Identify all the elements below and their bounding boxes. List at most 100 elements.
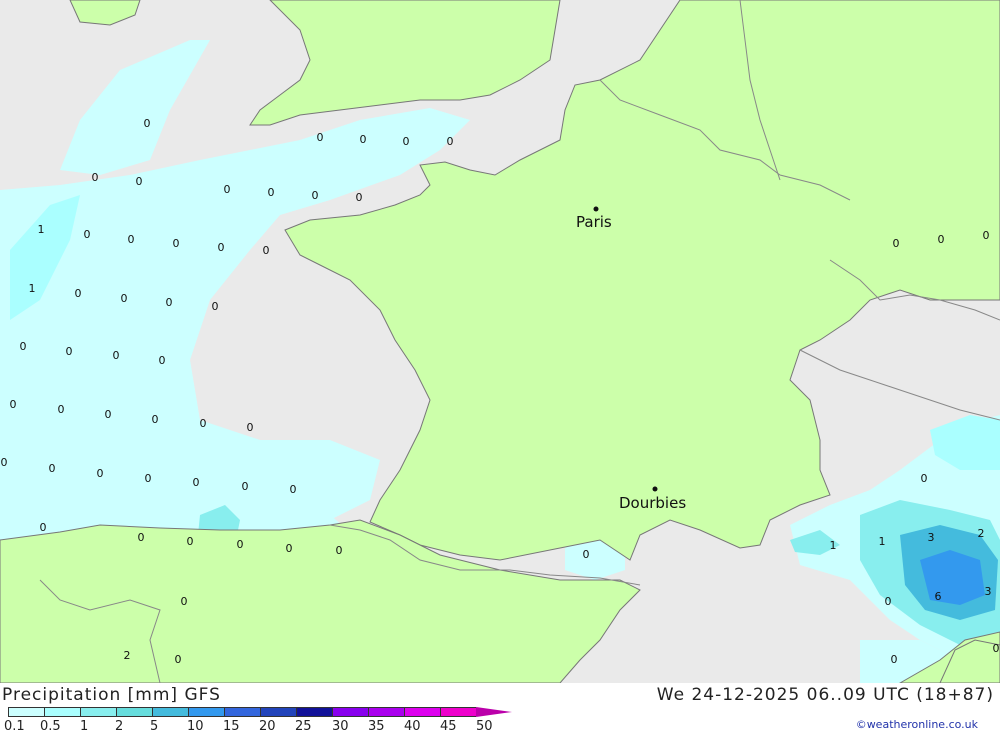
legend-swatch: [332, 707, 368, 717]
weather-map-view: 0 0 0 0 0 0 0 0 0 0 0 0 0 0 0 1 0 0 0 0 …: [0, 0, 1000, 734]
precip-value: 0: [224, 183, 231, 196]
legend-label: 10: [187, 719, 204, 734]
precip-value: 0: [583, 548, 590, 561]
precip-value: 0: [145, 472, 152, 485]
legend-label: 1: [80, 719, 89, 734]
legend-label: 40: [404, 719, 421, 734]
precip-value: 0: [166, 296, 173, 309]
precip-value: 2: [124, 649, 131, 662]
precip-value: 0: [891, 653, 898, 666]
precip-value: 1: [38, 223, 45, 236]
credit-link[interactable]: ©weatheronline.co.uk: [856, 718, 978, 731]
precip-value: 0: [312, 189, 319, 202]
precip-value: 0: [317, 131, 324, 144]
legend-label: 2: [115, 719, 124, 734]
precip-value: 0: [84, 228, 91, 241]
precip-value: 0: [403, 135, 410, 148]
precip-value: 6: [935, 590, 942, 603]
precip-value: 0: [175, 653, 182, 666]
legend-label: 0.5: [40, 719, 61, 734]
precip-value: 0: [187, 535, 194, 548]
precip-value: 0: [938, 233, 945, 246]
precip-value: 3: [985, 585, 992, 598]
legend-label: 5: [150, 719, 159, 734]
precip-value: 0: [128, 233, 135, 246]
legend-label: 15: [223, 719, 240, 734]
color-legend: [8, 707, 512, 719]
precip-value: 1: [29, 282, 36, 295]
precip-value: 0: [290, 483, 297, 496]
legend-label: 30: [332, 719, 349, 734]
legend-swatch: [440, 707, 476, 717]
precip-value: 0: [218, 241, 225, 254]
legend-swatch: [80, 707, 116, 717]
precip-value: 0: [263, 244, 270, 257]
precip-value: 1: [879, 535, 886, 548]
map-footer: Precipitation [mm] GFS We 24-12-2025 06.…: [0, 683, 1000, 734]
precip-value: 0: [193, 476, 200, 489]
precip-value: 0: [893, 237, 900, 250]
precip-value: 0: [212, 300, 219, 313]
precip-value: 0: [247, 421, 254, 434]
precip-value: 0: [181, 595, 188, 608]
precip-value: 0: [20, 340, 27, 353]
precip-value: 0: [1, 456, 8, 469]
map-title: Precipitation [mm] GFS: [2, 685, 221, 705]
precip-value: 0: [173, 237, 180, 250]
legend-swatch: [296, 707, 332, 717]
legend-swatch: [188, 707, 224, 717]
precip-value: 0: [105, 408, 112, 421]
precip-value: 0: [268, 186, 275, 199]
precip-value: 0: [92, 171, 99, 184]
precip-value: 0: [993, 642, 1000, 655]
legend-swatch: [404, 707, 440, 717]
precip-value: 0: [40, 521, 47, 534]
legend-label: 0.1: [4, 719, 25, 734]
legend-label: 25: [295, 719, 312, 734]
precip-value: 0: [75, 287, 82, 300]
city-label-paris: Paris: [576, 213, 612, 231]
precip-value: 0: [10, 398, 17, 411]
city-label-dourbies: Dourbies: [619, 494, 686, 512]
precip-value: 0: [336, 544, 343, 557]
legend-label: 50: [476, 719, 493, 734]
precip-value: 0: [200, 417, 207, 430]
precip-value: 0: [136, 175, 143, 188]
precip-value: 0: [58, 403, 65, 416]
precip-value: 0: [113, 349, 120, 362]
city-dot-paris: [593, 206, 599, 212]
legend-swatch: [44, 707, 80, 717]
precip-value: 0: [242, 480, 249, 493]
precip-value: 0: [286, 542, 293, 555]
precip-value: 0: [159, 354, 166, 367]
precip-value: 1: [830, 539, 837, 552]
precip-value: 0: [237, 538, 244, 551]
precip-value: 0: [49, 462, 56, 475]
legend-arrow-icon: [476, 707, 512, 717]
legend-swatch: [260, 707, 296, 717]
precip-value: 0: [356, 191, 363, 204]
precip-value: 0: [447, 135, 454, 148]
precip-value: 0: [921, 472, 928, 485]
legend-label: 20: [259, 719, 276, 734]
city-dot-dourbies: [652, 486, 658, 492]
legend-swatch: [224, 707, 260, 717]
precip-value: 0: [121, 292, 128, 305]
legend-label: 45: [440, 719, 457, 734]
precip-value: 0: [360, 133, 367, 146]
precip-value: 0: [138, 531, 145, 544]
legend-swatch: [152, 707, 188, 717]
precip-value: 0: [885, 595, 892, 608]
precip-value: 0: [152, 413, 159, 426]
precip-value: 3: [928, 531, 935, 544]
precip-value: 0: [983, 229, 990, 242]
legend-swatch: [368, 707, 404, 717]
legend-swatch: [8, 707, 44, 717]
precip-value: 0: [66, 345, 73, 358]
precip-value: 0: [144, 117, 151, 130]
legend-swatch: [116, 707, 152, 717]
precipitation-map: 0 0 0 0 0 0 0 0 0 0 0 0 0 0 0 1 0 0 0 0 …: [0, 0, 1000, 683]
precip-value: 0: [97, 467, 104, 480]
legend-label: 35: [368, 719, 385, 734]
map-datetime: We 24-12-2025 06..09 UTC (18+87): [656, 685, 994, 705]
